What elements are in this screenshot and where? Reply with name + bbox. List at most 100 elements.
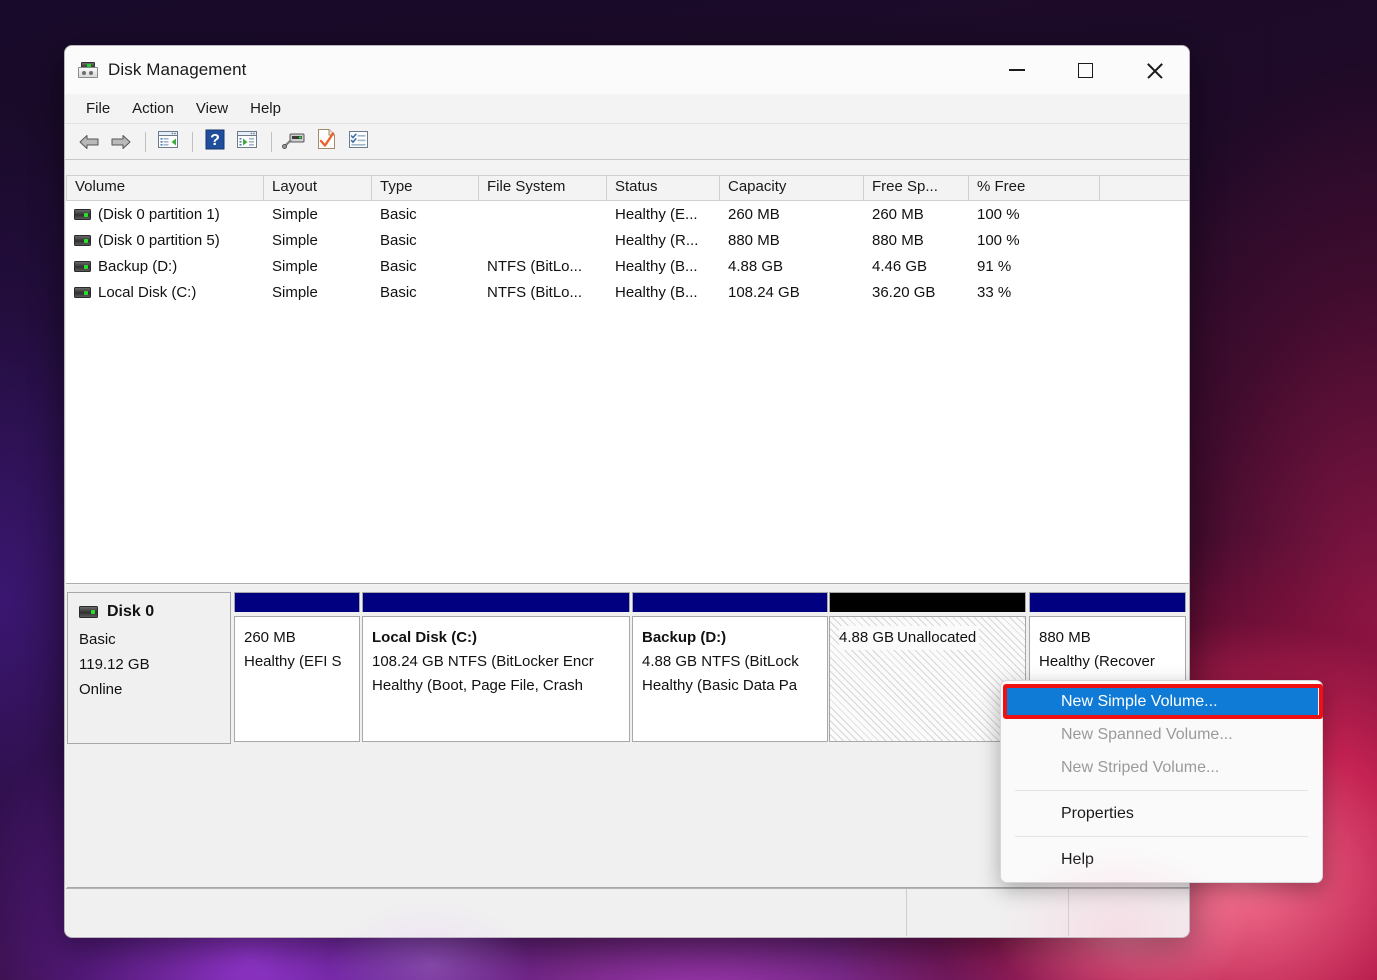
forward-arrow-icon (110, 133, 132, 151)
column-header-capacity[interactable]: Capacity (720, 175, 864, 200)
table-row[interactable]: Backup (D:) Simple Basic NTFS (BitLo... Heal… (66, 253, 1189, 279)
column-header-layout[interactable]: Layout (264, 175, 372, 200)
partition-color-bar (1029, 592, 1186, 612)
disk-name: Disk 0 (107, 603, 155, 620)
cell-status: Healthy (B... (615, 283, 698, 301)
volume-drive-icon (74, 234, 91, 246)
cell-percent-free: 100 % (977, 205, 1020, 223)
column-header-file-system[interactable]: File System (479, 175, 607, 200)
maximize-icon (1078, 62, 1093, 78)
partition-block[interactable]: Backup (D:) 4.88 GB NTFS (BitLock Healthy … (632, 592, 828, 742)
status-segment (1069, 889, 1189, 936)
partition-block[interactable]: 260 MB Healthy (EFI S (234, 592, 360, 742)
partition-block[interactable]: Local Disk (C:) 108.24 GB NTFS (BitLocker… (362, 592, 630, 742)
table-row[interactable]: Local Disk (C:) Simple Basic NTFS (BitLo...… (66, 279, 1189, 305)
cell-status: Healthy (B... (615, 257, 698, 275)
context-menu-item-help[interactable]: Help (1005, 843, 1318, 876)
context-menu-item-new-simple-volume[interactable]: New Simple Volume... (1005, 685, 1318, 718)
partition-block[interactable]: 4.88 GB Unallocated (829, 592, 1026, 742)
cell-free-space: 36.20 GB (872, 283, 936, 301)
cell-layout: Simple (272, 283, 318, 301)
partition-details: 260 MB Healthy (EFI S (234, 616, 360, 742)
column-header-free-sp[interactable]: Free Sp... (864, 175, 969, 200)
disk-scan-icon (282, 129, 306, 154)
question-mark-icon: ? (205, 129, 225, 155)
cell-layout: Simple (272, 205, 318, 223)
status-segment (66, 889, 907, 936)
table-row[interactable]: (Disk 0 partition 5) Simple Basic Healthy (… (66, 227, 1189, 253)
partition-details: 4.88 GB Unallocated (829, 616, 1026, 742)
window-title: Disk Management (108, 60, 247, 79)
maximize-button[interactable] (1051, 46, 1120, 94)
cell-layout: Simple (272, 257, 318, 275)
cell-volume: Local Disk (C:) (66, 284, 264, 301)
cell-capacity: 260 MB (728, 205, 780, 223)
cell-layout: Simple (272, 231, 318, 249)
column-header-blank[interactable] (1100, 175, 1189, 200)
partition-status-line: Unallocated (897, 626, 980, 650)
properties-button[interactable] (311, 128, 341, 156)
cell-capacity: 108.24 GB (728, 283, 800, 301)
cell-type: Basic (380, 205, 417, 223)
cell-file-system: NTFS (BitLo... (487, 257, 583, 275)
menu-help[interactable]: Help (239, 96, 292, 121)
column-header--free[interactable]: % Free (969, 175, 1100, 200)
partition-color-bar (362, 592, 630, 612)
minimize-button[interactable] (982, 46, 1051, 94)
column-header-volume[interactable]: Volume (66, 175, 264, 200)
cell-type: Basic (380, 283, 417, 301)
partition-color-bar (829, 592, 1026, 612)
partition-size-line: 4.88 GB (839, 626, 898, 650)
disk-kind: Basic (79, 631, 116, 648)
toolbar-separator (145, 131, 146, 152)
cell-percent-free: 100 % (977, 231, 1020, 249)
disk-0-info[interactable]: Disk 0 Basic 119.12 GB Online (67, 592, 231, 744)
volume-drive-icon (74, 208, 91, 220)
console-tree-icon (157, 130, 179, 154)
cell-percent-free: 91 % (977, 257, 1012, 275)
menu-file[interactable]: File (75, 96, 121, 121)
partition-name: Backup (D:) (642, 629, 727, 646)
title-bar: Disk Management (65, 46, 1189, 94)
partition-size-line: 4.88 GB NTFS (BitLock (642, 653, 799, 670)
cell-text: Backup (D:) (98, 257, 178, 275)
rescan-disks-button[interactable] (279, 128, 309, 156)
all-tasks-button[interactable] (343, 128, 373, 156)
cell-type: Basic (380, 257, 417, 275)
cell-percent-free: 33 % (977, 283, 1012, 301)
minimize-icon (1008, 69, 1025, 71)
cell-type: Basic (380, 231, 417, 249)
cell-volume: (Disk 0 partition 5) (66, 232, 264, 249)
action-pane-icon (236, 130, 258, 154)
back-button[interactable] (74, 128, 104, 156)
forward-button[interactable] (106, 128, 136, 156)
show-hide-console-tree-button[interactable] (153, 128, 183, 156)
disk-drive-icon (78, 62, 98, 78)
menu-bar: File Action View Help (65, 94, 1189, 124)
back-arrow-icon (78, 133, 100, 151)
close-button[interactable] (1120, 46, 1189, 94)
menu-view[interactable]: View (185, 96, 239, 121)
volume-list-pane: Volume Layout Type File System Status Capacit… (66, 175, 1189, 584)
volume-list-body: (Disk 0 partition 1) Simple Basic Healthy (… (66, 201, 1189, 305)
partition-status-line: Healthy (Boot, Page File, Crash (372, 677, 583, 694)
menu-separator (1015, 836, 1308, 837)
partition-context-menu: New Simple Volume... New Spanned Volume..… (1000, 680, 1323, 883)
status-segment (907, 889, 1069, 936)
partition-color-bar (234, 592, 360, 612)
partition-details: Backup (D:) 4.88 GB NTFS (BitLock Healthy … (632, 616, 828, 742)
column-header-type[interactable]: Type (372, 175, 479, 200)
menu-action[interactable]: Action (121, 96, 185, 121)
show-hide-action-pane-button[interactable] (232, 128, 262, 156)
partition-size-line: 108.24 GB NTFS (BitLocker Encr (372, 653, 594, 670)
table-row[interactable]: (Disk 0 partition 1) Simple Basic Healthy (… (66, 201, 1189, 227)
context-menu-item-new-spanned-volume: New Spanned Volume... (1061, 725, 1233, 743)
status-bar (66, 888, 1189, 936)
cell-capacity: 880 MB (728, 231, 780, 249)
context-menu-item-properties[interactable]: Properties (1005, 797, 1318, 830)
cell-text: Local Disk (C:) (98, 283, 197, 301)
column-header-status[interactable]: Status (607, 175, 720, 200)
help-button[interactable]: ? (200, 128, 230, 156)
toolbar: ? (65, 124, 1189, 160)
cell-volume: Backup (D:) (66, 258, 264, 275)
